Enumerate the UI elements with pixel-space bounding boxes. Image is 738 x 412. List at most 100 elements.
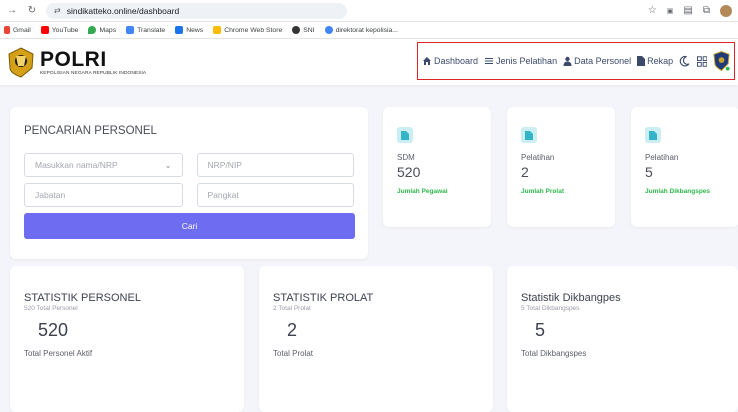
stat-label: Pelatihan (645, 153, 679, 162)
card-value: 5 (535, 320, 546, 340)
nav-rekap[interactable]: Rekap (637, 56, 673, 66)
logo[interactable]: POLRI KEPOLISIAN NEGARA REPUBLIK INDONES… (6, 46, 146, 78)
pangkat-placeholder: Pangkat (207, 190, 239, 200)
card-value: 520 (38, 320, 69, 340)
bookmark-chrome-web-store[interactable]: Chrome Web Store (213, 26, 282, 34)
nav-dashboard[interactable]: Dashboard (422, 56, 478, 66)
home-icon (423, 57, 431, 65)
stat-card-prolat: Pelatihan 2 Jumlah Prolat (507, 107, 615, 227)
card-footer: Total Personel Aktif (24, 349, 93, 358)
search-title: PENCARIAN PERSONEL (24, 125, 157, 137)
stat-card-sdm: SDM 520 Jumlah Pegawai (383, 107, 491, 227)
statistik-dikbangpes-card: Statistik Dikbangpes 5 Total Dikbangspes… (507, 266, 738, 412)
document-icon (397, 127, 413, 143)
stat-sub: Jumlah Dikbangspes (645, 188, 711, 195)
maps-icon (88, 26, 97, 34)
bookmark-gmail[interactable]: Gmail (4, 26, 31, 34)
pangkat-input[interactable]: Pangkat (196, 183, 354, 207)
bookmark-label: News (186, 26, 204, 34)
forward-icon[interactable]: → (6, 5, 18, 16)
bookmarks-bar: Gmail YouTube Maps Translate News Chrome… (0, 22, 738, 39)
gmail-icon (4, 26, 10, 34)
nav-jenis-pelatihan[interactable]: Jenis Pelatihan (484, 56, 557, 66)
document-icon (645, 127, 661, 143)
card-footer: Total Prolat (273, 349, 314, 358)
nav-dashboard-label: Dashboard (434, 56, 479, 66)
user-avatar-shield-icon[interactable] (713, 50, 730, 72)
stat-card-dikbangspes: Pelatihan 5 Jumlah Dikbangspes (631, 107, 738, 227)
dashboard-content: PENCARIAN PERSONEL Masukkan nama/NRP ⌄ N… (0, 85, 738, 412)
bookmark-label: Maps (99, 26, 117, 34)
name-nrp-select[interactable]: Masukkan nama/NRP ⌄ (24, 153, 183, 177)
bookmark-translate[interactable]: Translate (126, 26, 165, 34)
jabatan-input[interactable]: Jabatan (24, 183, 183, 207)
globe-icon (292, 26, 301, 34)
stat-value: 5 (645, 164, 653, 180)
nav-data-personel[interactable]: Data Personel (563, 56, 631, 66)
stat-label: SDM (397, 153, 415, 162)
bookmark-label: direktorat kepolisia... (335, 26, 398, 34)
nav-rekap-label: Rekap (647, 56, 674, 66)
stat-sub: Jumlah Pegawai (397, 188, 448, 195)
bookmark-label: Chrome Web Store (224, 26, 283, 34)
card-subtitle: 520 Total Personel (24, 305, 78, 312)
card-subtitle: 5 Total Dikbangspes (521, 305, 580, 312)
bookmark-news[interactable]: News (175, 26, 203, 34)
stat-label: Pelatihan (521, 153, 555, 162)
chevron-down-icon: ⌄ (164, 160, 172, 170)
document-icon (521, 127, 537, 143)
bookmark-direktorat[interactable]: direktorat kepolisia... (324, 26, 398, 34)
card-subtitle: 2 Total Prolat (273, 305, 311, 312)
nrp-nip-placeholder: NRP/NIP (207, 160, 242, 170)
stat-sub: Jumlah Prolat (521, 188, 564, 195)
polri-badge-icon (8, 47, 34, 78)
nav-data-personel-label: Data Personel (574, 56, 632, 66)
card-title: STATISTIK PROLAT (273, 292, 374, 304)
app-header: POLRI KEPOLISIAN NEGARA REPUBLIK INDONES… (0, 39, 738, 85)
bookmark-sni[interactable]: SNI (292, 26, 315, 34)
card-title: STATISTIK PERSONEL (24, 292, 141, 304)
site-icon (324, 26, 333, 34)
bookmark-star-icon[interactable]: ☆ (648, 5, 657, 16)
moon-icon[interactable] (679, 55, 690, 67)
jabatan-placeholder: Jabatan (35, 190, 66, 200)
address-bar[interactable]: ⇄ sindikatteko.online/dashboard (46, 2, 347, 19)
reload-icon[interactable]: ↻ (26, 5, 38, 16)
bookmark-youtube[interactable]: YouTube (40, 26, 79, 34)
youtube-icon (40, 26, 49, 34)
extension-new-icon[interactable]: ▣ (667, 7, 674, 15)
stat-value: 2 (521, 164, 529, 180)
reading-mode-icon[interactable]: ▤ (683, 5, 692, 16)
bookmark-maps[interactable]: Maps (88, 26, 116, 34)
statistik-prolat-card: STATISTIK PROLAT 2 Total Prolat 2 Total … (259, 266, 493, 412)
card-value: 2 (287, 320, 298, 340)
main-navigation: Dashboard Jenis Pelatihan Data Personel … (417, 42, 735, 80)
web-store-icon (213, 26, 222, 34)
search-button[interactable]: Cari (24, 213, 355, 239)
statistik-personel-card: STATISTIK PERSONEL 520 Total Personel 52… (10, 266, 244, 412)
logo-subtitle: KEPOLISIAN NEGARA REPUBLIK INDONESIA (40, 70, 147, 76)
news-icon (175, 26, 184, 34)
logo-title: POLRI (40, 47, 107, 71)
search-personel-card: PENCARIAN PERSONEL Masukkan nama/NRP ⌄ N… (10, 107, 368, 259)
bookmark-label: YouTube (51, 26, 79, 34)
site-settings-icon[interactable]: ⇄ (54, 6, 61, 15)
stat-value: 520 (397, 164, 421, 180)
bookmark-label: Translate (137, 26, 166, 34)
list-icon (485, 58, 494, 64)
browser-toolbar: → ↻ ⇄ sindikatteko.online/dashboard ☆ ▣ … (0, 0, 738, 22)
bookmark-label: SNI (303, 26, 315, 34)
apps-grid-icon[interactable] (696, 55, 707, 67)
document-icon (637, 56, 646, 66)
nav-jenis-pelatihan-label: Jenis Pelatihan (496, 56, 558, 66)
url-text: sindikatteko.online/dashboard (66, 5, 180, 16)
translate-icon (126, 26, 135, 34)
card-title: Statistik Dikbangpes (521, 292, 621, 304)
extensions-icon[interactable]: ⧉ (703, 5, 710, 16)
name-nrp-placeholder: Masukkan nama/NRP (35, 160, 118, 170)
profile-avatar[interactable] (720, 4, 732, 17)
card-footer: Total Dikbangspes (521, 349, 587, 358)
bookmark-label: Gmail (13, 26, 31, 34)
user-icon (563, 56, 572, 66)
nrp-nip-input[interactable]: NRP/NIP (196, 153, 354, 177)
